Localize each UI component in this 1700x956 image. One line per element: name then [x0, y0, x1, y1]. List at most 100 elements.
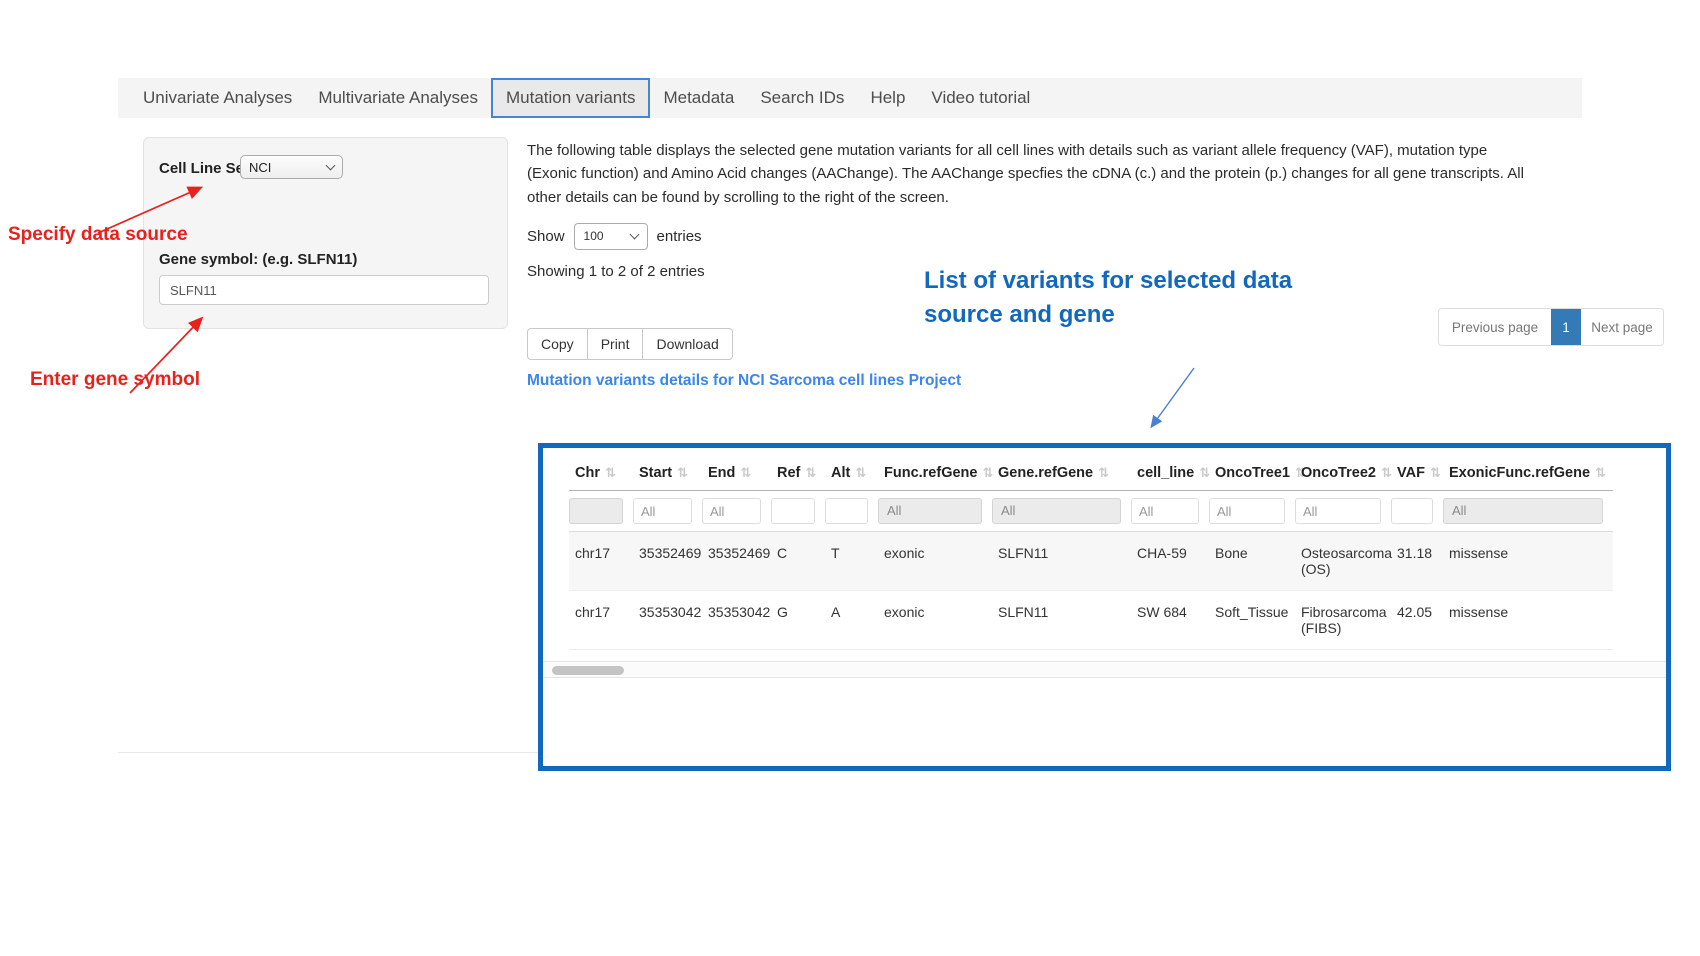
print-button[interactable]: Print: [587, 328, 644, 360]
cell-chr: chr17: [569, 591, 633, 650]
sort-icon: ⇅: [1430, 465, 1441, 480]
tab-video-tutorial[interactable]: Video tutorial: [918, 78, 1043, 118]
col-header-end[interactable]: End ⇅: [702, 454, 771, 491]
col-header-label: Start: [639, 465, 672, 481]
col-header-label: Func.refGene: [884, 465, 977, 481]
filter-input-oncotree2[interactable]: [1295, 498, 1381, 524]
cell-cell-line: CHA-59: [1131, 532, 1209, 591]
col-header-label: End: [708, 465, 735, 481]
sort-icon: ⇅: [740, 465, 751, 480]
sort-icon: ⇅: [1381, 465, 1392, 480]
sort-icon: ⇅: [677, 465, 688, 480]
page-description: The following table displays the selecte…: [527, 139, 1527, 209]
tab-univariate-analyses[interactable]: Univariate Analyses: [130, 78, 305, 118]
cell-ref: G: [771, 591, 825, 650]
cell-func-refgene: exonic: [878, 591, 992, 650]
show-label: Show: [527, 228, 565, 245]
sort-icon: ⇅: [605, 465, 616, 480]
cell-start: 35352469: [633, 532, 702, 591]
cell-alt: T: [825, 532, 878, 591]
cell-exonicfunc: missense: [1443, 591, 1613, 650]
tab-metadata[interactable]: Metadata: [650, 78, 747, 118]
col-header-chr[interactable]: Chr ⇅: [569, 454, 633, 491]
annotation-enter-gene-symbol: Enter gene symbol: [30, 369, 200, 391]
filter-input-alt[interactable]: [825, 498, 868, 524]
filter-input-oncotree1[interactable]: [1209, 498, 1285, 524]
gene-symbol-label: Gene symbol: (e.g. SLFN11): [159, 251, 357, 268]
previous-page-button[interactable]: Previous page: [1439, 309, 1551, 345]
page-length-select[interactable]: 100: [574, 223, 648, 250]
filter-input-ref[interactable]: [771, 498, 815, 524]
filter-select-gene-refgene[interactable]: All: [992, 498, 1121, 524]
sort-icon: ⇅: [1199, 465, 1210, 480]
col-header-cell-line[interactable]: cell_line⇅: [1131, 454, 1209, 491]
tab-multivariate-analyses[interactable]: Multivariate Analyses: [305, 78, 491, 118]
cell-oncotree2: Osteosarcoma (OS): [1295, 532, 1391, 591]
col-header-gene-refgene[interactable]: Gene.refGene⇅: [992, 454, 1131, 491]
sort-icon: ⇅: [855, 465, 866, 480]
variants-table: Chr ⇅ Start ⇅ End ⇅ Ref ⇅ Alt⇅ Func.refGene ⇅…: [569, 454, 1613, 650]
cell-vaf: 31.18: [1391, 532, 1443, 591]
filter-input-vaf[interactable]: [1391, 498, 1433, 524]
table-row[interactable]: chr17 35353042 35353042 G A exonic SLFN1…: [569, 591, 1613, 650]
col-header-ref[interactable]: Ref ⇅: [771, 454, 825, 491]
col-header-label: Ref: [777, 465, 800, 481]
table-info-text: Showing 1 to 2 of 2 entries: [527, 263, 705, 280]
col-header-exonicfunc-refgene[interactable]: ExonicFunc.refGene ⇅: [1443, 454, 1613, 491]
table-caption-link[interactable]: Mutation variants details for NCI Sarcom…: [527, 372, 961, 390]
col-header-label: Gene.refGene: [998, 465, 1093, 481]
cell-exonicfunc: missense: [1443, 532, 1613, 591]
tab-help[interactable]: Help: [857, 78, 918, 118]
cell-chr: chr17: [569, 532, 633, 591]
filter-input-cell-line[interactable]: [1131, 498, 1199, 524]
cell-ref: C: [771, 532, 825, 591]
cell-gene-refgene: SLFN11: [992, 532, 1131, 591]
filter-select-func-refgene[interactable]: All: [878, 498, 982, 524]
col-header-start[interactable]: Start ⇅: [633, 454, 702, 491]
cell-oncotree1: Bone: [1209, 532, 1295, 591]
next-page-button[interactable]: Next page: [1581, 309, 1663, 345]
sort-icon: ⇅: [982, 465, 993, 480]
current-page-button[interactable]: 1: [1551, 309, 1581, 345]
download-button[interactable]: Download: [642, 328, 732, 360]
cell-vaf: 42.05: [1391, 591, 1443, 650]
chevron-down-icon: [629, 229, 639, 239]
sort-icon: ⇅: [805, 465, 816, 480]
col-header-label: ExonicFunc.refGene: [1449, 465, 1590, 481]
col-header-label: Chr: [575, 465, 600, 481]
filter-select-exonicfunc-refgene[interactable]: All: [1443, 498, 1603, 524]
cell-line-set-select[interactable]: NCI: [240, 155, 343, 179]
filter-row: All All All: [569, 491, 1613, 532]
cell-func-refgene: exonic: [878, 532, 992, 591]
page-length-control: Show 100 entries: [527, 222, 702, 250]
filter-input-end[interactable]: [702, 498, 761, 524]
col-header-oncotree2[interactable]: OncoTree2⇅: [1295, 454, 1391, 491]
annotation-list-of-variants: List of variants for selected data sourc…: [924, 264, 1326, 332]
cell-line-set-value: NCI: [249, 160, 271, 175]
scrollbar-thumb[interactable]: [552, 666, 624, 675]
annotation-specify-data-source: Specify data source: [8, 224, 188, 246]
cell-oncotree2: Fibrosarcoma (FIBS): [1295, 591, 1391, 650]
tab-search-ids[interactable]: Search IDs: [747, 78, 857, 118]
table-row[interactable]: chr17 35352469 35352469 C T exonic SLFN1…: [569, 532, 1613, 591]
col-header-alt[interactable]: Alt⇅: [825, 454, 878, 491]
export-button-group: Copy Print Download: [527, 328, 733, 360]
tab-mutation-variants[interactable]: Mutation variants: [491, 78, 650, 118]
col-header-label: OncoTree1: [1215, 465, 1290, 481]
blue-arrow-to-table: [1152, 368, 1194, 426]
entries-label: entries: [657, 228, 702, 245]
col-header-vaf[interactable]: VAF⇅: [1391, 454, 1443, 491]
filter-select-chr[interactable]: [569, 498, 623, 524]
cell-start: 35353042: [633, 591, 702, 650]
sort-icon: ⇅: [1595, 465, 1606, 480]
cell-alt: A: [825, 591, 878, 650]
col-header-func-refgene[interactable]: Func.refGene ⇅: [878, 454, 992, 491]
horizontal-scrollbar[interactable]: [543, 661, 1666, 678]
copy-button[interactable]: Copy: [527, 328, 588, 360]
cell-line-set-label: Cell Line Set: [159, 160, 249, 177]
filter-input-start[interactable]: [633, 498, 692, 524]
gene-symbol-input[interactable]: [159, 275, 489, 305]
col-header-oncotree1[interactable]: OncoTree1⇅: [1209, 454, 1295, 491]
cell-oncotree1: Soft_Tissue: [1209, 591, 1295, 650]
cell-cell-line: SW 684: [1131, 591, 1209, 650]
